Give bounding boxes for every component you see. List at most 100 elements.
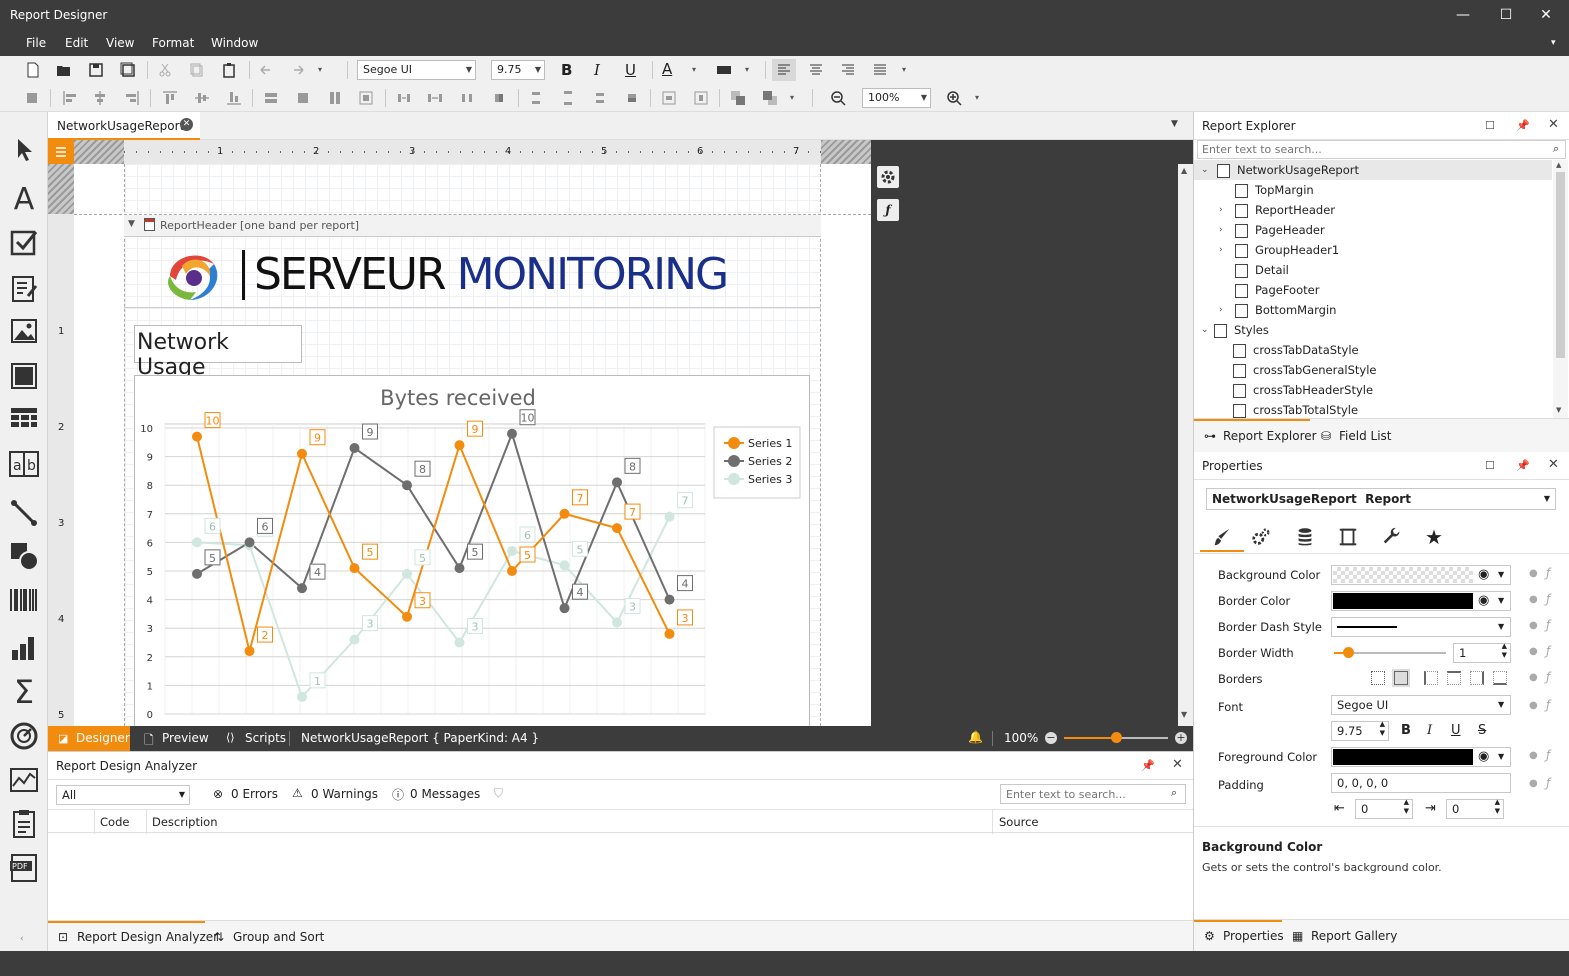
tree-item-detail[interactable]: Detail — [1235, 260, 1289, 280]
prop-padding-value[interactable]: 0, 0, 0, 0 — [1331, 773, 1511, 793]
chevron-down-icon[interactable]: ▼ — [1498, 566, 1504, 584]
tree-item-report[interactable]: NetworkUsageReport — [1217, 160, 1359, 180]
h-spacing-remove-icon[interactable] — [491, 90, 507, 106]
border-bottom-icon[interactable] — [1493, 671, 1507, 685]
expression-icon[interactable]: ƒ — [1546, 748, 1550, 762]
close-window-icon[interactable]: ✕ — [1523, 0, 1569, 30]
color-picker-icon[interactable]: ◉ — [1478, 566, 1489, 584]
border-width-spin[interactable]: 1 ▲ ▼ — [1453, 642, 1511, 663]
messages-count[interactable]: 0 Messages — [410, 787, 480, 801]
new-icon[interactable] — [25, 62, 41, 78]
pagebreak-tool-icon[interactable] — [8, 808, 40, 840]
chevron-down-icon[interactable]: ▼ — [1498, 592, 1504, 610]
richtext-tool-icon[interactable] — [8, 272, 40, 304]
expression-icon[interactable]: ƒ — [1546, 670, 1550, 684]
menu-file[interactable]: File — [26, 36, 46, 50]
menu-overflow-icon[interactable]: ▾ — [1551, 38, 1556, 48]
tab-data[interactable] — [1294, 526, 1316, 551]
analyzer-search-input[interactable] — [1000, 784, 1186, 804]
pin-icon[interactable]: 📌 — [1516, 119, 1530, 132]
scroll-up-icon[interactable]: ▲ — [1181, 166, 1187, 175]
close-panel-icon[interactable]: ✕ — [1172, 757, 1183, 772]
settings-button[interactable] — [877, 166, 899, 188]
column-code[interactable]: Code — [100, 815, 129, 829]
tab-behavior[interactable] — [1250, 526, 1272, 551]
slider-thumb[interactable] — [1343, 647, 1354, 658]
font-underline-icon[interactable]: U — [1451, 723, 1461, 738]
spin-buttons-icon[interactable]: ▲ ▼ — [1502, 642, 1507, 660]
tab-tools[interactable] — [1381, 526, 1403, 551]
tree-expand-icon[interactable]: › — [1219, 225, 1223, 235]
tree-expand-icon[interactable]: › — [1219, 205, 1223, 215]
save-all-icon[interactable] — [120, 62, 136, 78]
logo-image[interactable] — [162, 246, 224, 304]
report-gallery-tab[interactable]: Report Gallery — [1311, 929, 1397, 943]
tree-item-style[interactable]: crossTabTotalStyle — [1233, 400, 1358, 418]
barcode-tool-icon[interactable] — [8, 584, 40, 616]
font-name-combo[interactable]: Segoe UI ▼ — [357, 60, 476, 80]
explorer-scroll-thumb[interactable] — [1556, 172, 1565, 358]
report-title-label[interactable]: Network Usage — [134, 325, 302, 380]
bold-icon[interactable]: B — [561, 61, 577, 79]
tree-item-reportheader[interactable]: ReportHeader — [1235, 200, 1335, 220]
menu-edit[interactable]: Edit — [65, 36, 88, 50]
padding-right-spin[interactable]: 0 ▲ ▼ — [1446, 798, 1504, 819]
justify-dropdown-icon[interactable]: ▾ — [902, 65, 918, 81]
zoom-combo[interactable]: 100% ▼ — [862, 88, 931, 108]
search-icon[interactable]: ⌕ — [1553, 142, 1559, 156]
same-size-icon[interactable] — [295, 90, 311, 106]
border-all-toggle[interactable] — [1392, 669, 1410, 687]
highlight-color-icon[interactable] — [716, 62, 732, 78]
align-right-icon[interactable] — [840, 62, 856, 78]
explorer-search-input[interactable] — [1197, 140, 1566, 159]
tab-favorites[interactable]: ★ — [1425, 526, 1443, 548]
component-selector[interactable]: NetworkUsageReport Report ▼ — [1206, 488, 1556, 510]
arrange-dropdown-icon[interactable]: ▾ — [790, 93, 806, 109]
h-spacing-decrease-icon[interactable] — [459, 90, 475, 106]
font-color-dropdown-icon[interactable]: ▾ — [692, 65, 708, 81]
paste-icon[interactable] — [221, 62, 237, 78]
prop-foreground-color-value[interactable]: ◉ ▼ — [1331, 747, 1511, 767]
sparkline-tool-icon[interactable] — [8, 764, 40, 796]
highlight-dropdown-icon[interactable]: ▾ — [745, 65, 761, 81]
align-middles-icon[interactable] — [194, 90, 210, 106]
tree-item-bottommargin[interactable]: BottomMargin — [1235, 300, 1336, 320]
line-tool-icon[interactable] — [8, 497, 40, 529]
analyzer-tab[interactable]: Report Design Analyzer — [77, 930, 218, 944]
close-panel-icon[interactable]: ✕ — [1548, 117, 1559, 132]
font-color-icon[interactable]: A — [662, 60, 678, 78]
chart-control[interactable]: Bytes received01234567891066135365375649… — [134, 375, 810, 726]
center-horizontally-icon[interactable] — [661, 90, 677, 106]
v-spacing-equal-icon[interactable] — [528, 90, 544, 106]
h-spacing-increase-icon[interactable] — [427, 90, 443, 106]
v-spacing-decrease-icon[interactable] — [592, 90, 608, 106]
scroll-down-icon[interactable]: ▼ — [1181, 710, 1187, 719]
center-vertically-icon[interactable] — [693, 90, 709, 106]
scroll-down-icon[interactable]: ▼ — [1556, 406, 1561, 414]
group-sort-tab[interactable]: Group and Sort — [233, 930, 324, 944]
same-height-icon[interactable] — [327, 90, 343, 106]
tab-layout[interactable] — [1337, 526, 1359, 551]
minimize-icon[interactable]: — — [1440, 0, 1486, 30]
zoom-in-button[interactable]: + — [1175, 732, 1187, 744]
open-icon[interactable] — [56, 62, 72, 78]
border-width-slider[interactable] — [1334, 647, 1446, 658]
column-description[interactable]: Description — [152, 815, 218, 829]
clear-filter-icon[interactable]: ⛉ — [494, 786, 503, 801]
align-to-grid-icon[interactable] — [24, 90, 40, 106]
band-collapse-icon[interactable]: ▼ — [128, 219, 135, 229]
v-spacing-increase-icon[interactable] — [560, 90, 576, 106]
expression-icon[interactable]: ƒ — [1546, 644, 1550, 658]
align-center-icon[interactable] — [808, 62, 824, 78]
menu-window[interactable]: Window — [211, 36, 258, 50]
pdf-tool-icon[interactable]: PDF — [8, 852, 40, 884]
font-size-spin[interactable]: 9.75 ▲ ▼ — [1331, 720, 1389, 741]
chevron-down-icon[interactable]: ▼ — [1498, 618, 1504, 636]
shape-tool-icon[interactable] — [8, 540, 40, 572]
tree-item-style[interactable]: crossTabGeneralStyle — [1233, 360, 1377, 380]
spin-buttons-icon[interactable]: ▲ ▼ — [1380, 720, 1385, 738]
pin-icon[interactable]: 📌 — [1516, 459, 1530, 472]
tree-item-groupheader[interactable]: GroupHeader1 — [1235, 240, 1339, 260]
expression-icon[interactable]: ƒ — [1546, 776, 1550, 790]
expression-button[interactable]: ƒ — [877, 199, 899, 221]
